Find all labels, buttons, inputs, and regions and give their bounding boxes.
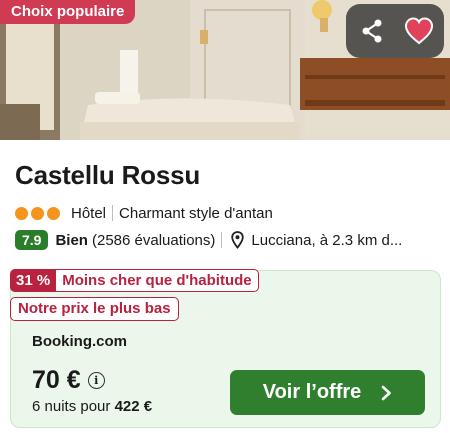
review-count[interactable]: (2586 évaluations): [92, 232, 215, 249]
total-price: 422 €: [114, 398, 153, 415]
hotel-location[interactable]: Lucciana, à 2.3 km d...: [251, 232, 402, 249]
favorite-button[interactable]: [403, 15, 435, 47]
score-badge: 7.9: [15, 230, 49, 250]
map-pin-icon: [231, 231, 245, 249]
view-deal-button[interactable]: Voir l’offre: [230, 370, 425, 415]
rating-label: Bien: [55, 231, 88, 249]
hotel-photo[interactable]: Choix populaire: [0, 0, 450, 140]
divider: [112, 205, 114, 221]
chevron-right-icon: [381, 385, 392, 401]
popular-choice-badge: Choix populaire: [0, 0, 136, 24]
hotel-tagline: Charmant style d'antan: [119, 204, 273, 222]
lowest-price-tag: Notre prix le plus bas: [10, 297, 179, 321]
discount-text: Moins cher que d'habitude: [56, 269, 259, 292]
star-dot-icon: [31, 206, 44, 220]
share-icon: [362, 19, 382, 43]
provider-name: Booking.com: [32, 333, 128, 350]
share-button[interactable]: [356, 15, 388, 47]
view-deal-label: Voir l’offre: [262, 381, 362, 403]
star-dot-icon: [47, 206, 60, 220]
heart-icon: [404, 17, 434, 45]
photo-actions: [346, 4, 444, 58]
divider: [221, 232, 223, 248]
discount-percent: 31 %: [10, 269, 57, 292]
star-rating: [15, 206, 63, 220]
hotel-type: Hôtel: [71, 204, 107, 222]
total-price-line: 6 nuits pour 422 €: [32, 398, 152, 415]
star-dot-icon: [15, 206, 28, 220]
price-block: 70 € i: [32, 366, 105, 395]
discount-tag: 31 % Moins cher que d'habitude: [10, 269, 259, 292]
hotel-info-row: Hôtel Charmant style d'antan: [15, 203, 273, 223]
info-icon[interactable]: i: [87, 372, 105, 389]
nightly-price: 70 €: [32, 366, 81, 394]
hotel-name[interactable]: Castellu Rossu: [15, 160, 200, 191]
nights-prefix: 6 nuits pour: [32, 398, 111, 415]
rating-row: 7.9 Bien (2586 évaluations) Lucciana, à …: [15, 229, 443, 251]
